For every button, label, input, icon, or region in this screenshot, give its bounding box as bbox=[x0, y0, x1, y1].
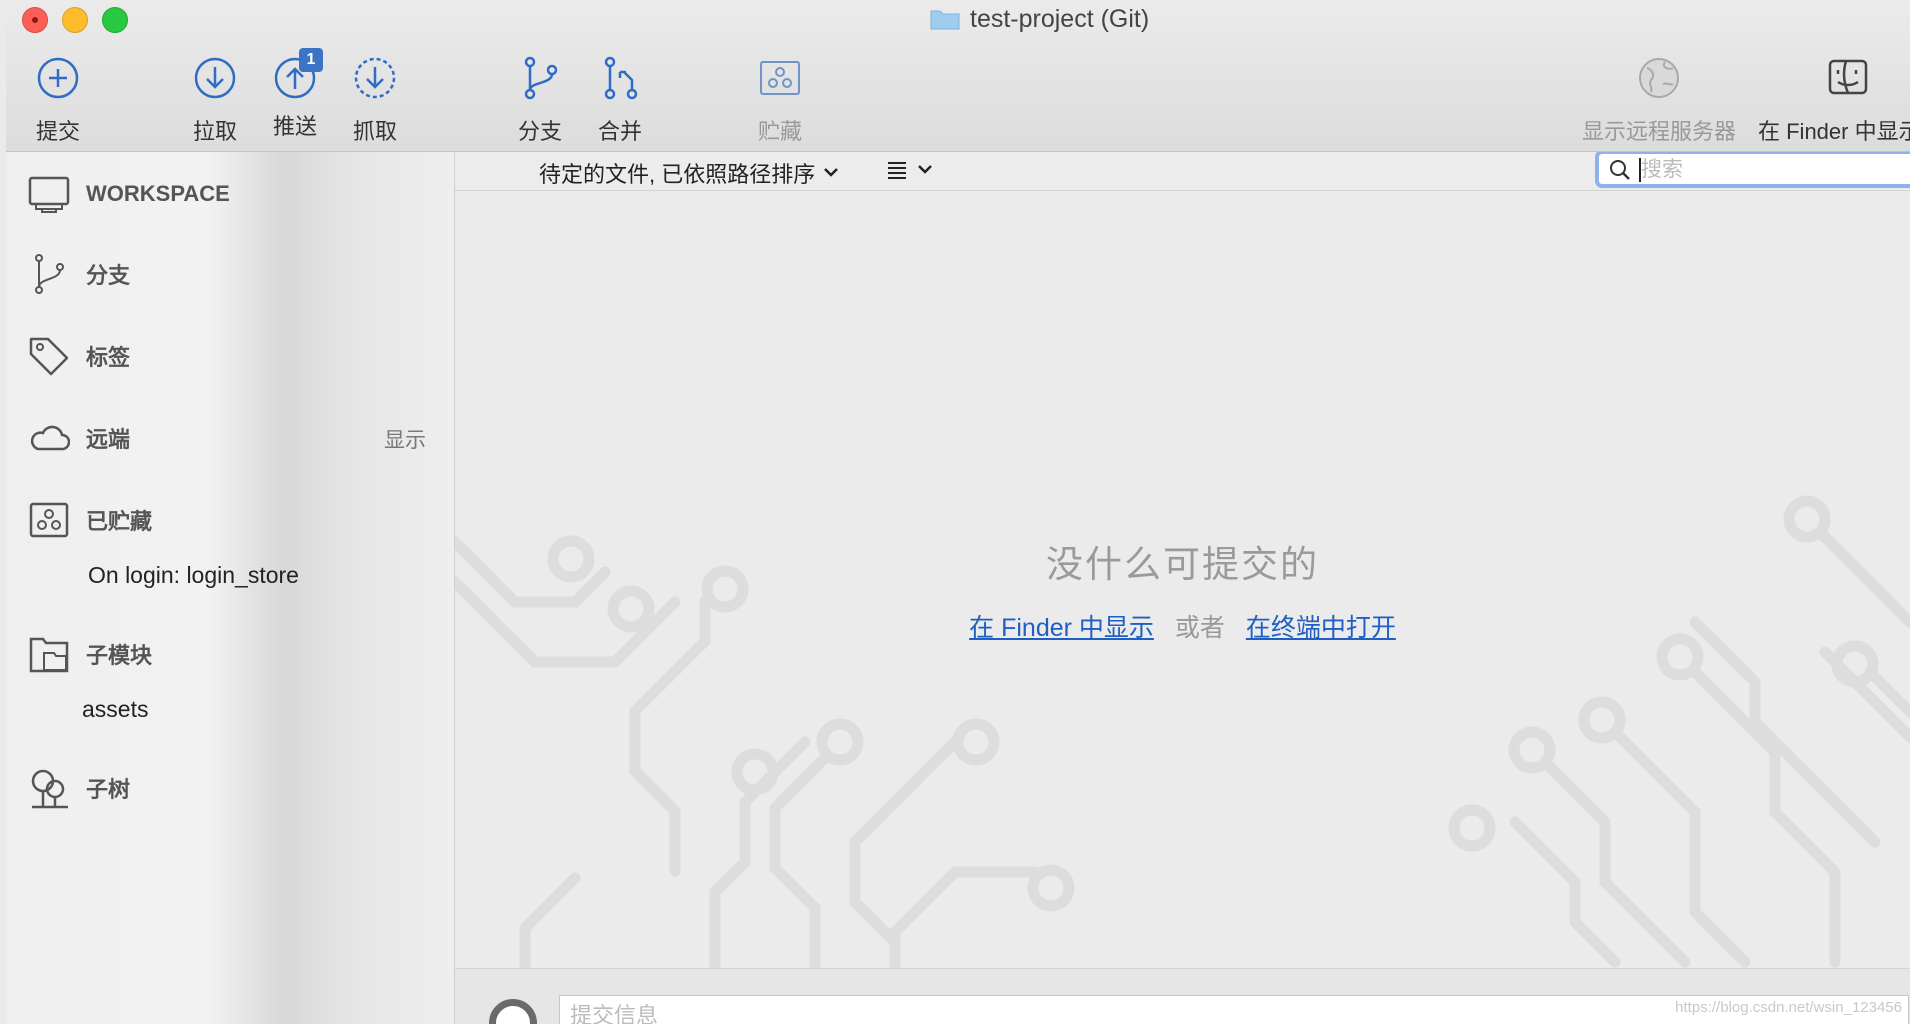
sidebar-item-workspace[interactable]: WORKSPACE bbox=[28, 172, 230, 216]
branch-label: 分支 bbox=[517, 119, 562, 144]
tree-icon bbox=[31, 769, 68, 809]
empty-state-title: 没什么可提交的 bbox=[1046, 544, 1319, 585]
push-label: 推送 bbox=[272, 114, 317, 139]
fetch-icon bbox=[354, 57, 396, 99]
submodule-icon bbox=[29, 637, 69, 673]
pull-button[interactable]: 拉取 bbox=[169, 54, 261, 146]
open-in-terminal-link[interactable]: 在终端中打开 bbox=[1246, 614, 1396, 642]
empty-state-actions: 在 Finder 中显示 或者 在终端中打开 bbox=[455, 608, 1910, 644]
stash-icon bbox=[29, 502, 69, 538]
search-input[interactable] bbox=[1639, 156, 1903, 184]
fetch-label: 抓取 bbox=[352, 119, 397, 144]
sidebar-item-subtrees[interactable]: 子树 bbox=[28, 766, 130, 810]
pull-icon bbox=[194, 57, 236, 99]
search-icon bbox=[1610, 160, 1630, 180]
show-remote-button[interactable]: 显示远程服务器 bbox=[1574, 54, 1744, 146]
submodule-list-item[interactable]: assets bbox=[82, 696, 148, 723]
sidebar-item-label: 标签 bbox=[86, 345, 131, 370]
pull-label: 拉取 bbox=[192, 119, 237, 144]
or-text: 或者 bbox=[1174, 614, 1225, 642]
close-window-button[interactable] bbox=[22, 7, 48, 33]
remotes-show-link[interactable]: 显示 bbox=[384, 424, 426, 454]
sort-dropdown[interactable]: 待定的文件, 已依照路径排序 bbox=[539, 157, 839, 189]
sidebar-item-label: 子模块 bbox=[86, 643, 153, 668]
sidebar-item-label: 已贮藏 bbox=[86, 509, 153, 534]
stash-label: 贮藏 bbox=[757, 119, 802, 144]
sidebar-item-label: 分支 bbox=[86, 263, 131, 288]
file-list-header: 待定的文件, 已依照路径排序 bbox=[455, 152, 1910, 191]
fetch-button[interactable]: 抓取 bbox=[329, 54, 421, 146]
push-button[interactable]: 1 推送 bbox=[249, 48, 341, 141]
stash-list-item[interactable]: On login: login_store bbox=[88, 562, 299, 589]
sidebar-item-tags[interactable]: 标签 bbox=[28, 334, 130, 378]
sourcetree-window: test-project (Git) 提交 拉取 1 推送 抓取 分支 合并 贮… bbox=[6, 0, 1910, 1024]
sort-dropdown-label: 待定的文件, 已依照路径排序 bbox=[539, 162, 816, 187]
minimize-window-button[interactable] bbox=[62, 7, 88, 33]
open-in-finder-link[interactable]: 在 Finder 中显示 bbox=[969, 614, 1154, 642]
view-mode-dropdown[interactable] bbox=[887, 160, 933, 180]
sidebar-item-label: 子树 bbox=[86, 777, 131, 802]
push-icon-wrap: 1 bbox=[271, 48, 323, 102]
monitor-icon bbox=[28, 176, 70, 213]
sidebar-item-label: 远端 bbox=[86, 427, 131, 452]
commit-icon bbox=[37, 57, 79, 99]
show-in-finder-button[interactable]: 在 Finder 中显示 bbox=[1758, 54, 1910, 146]
sidebar-item-submodules[interactable]: 子模块 bbox=[28, 632, 152, 676]
merge-label: 合并 bbox=[597, 119, 642, 144]
folder-icon bbox=[930, 10, 960, 30]
sidebar-item-stashes[interactable]: 已贮藏 bbox=[28, 498, 152, 542]
branch-icon bbox=[524, 56, 558, 100]
show-remote-label: 显示远程服务器 bbox=[1581, 119, 1736, 144]
list-view-icon bbox=[888, 162, 906, 179]
sidebar: WORKSPACE 分支 标签 远端 显示 已贮藏 On login: logi… bbox=[6, 152, 455, 1024]
merge-icon bbox=[604, 56, 638, 100]
branch-button[interactable]: 分支 bbox=[494, 54, 586, 146]
zoom-window-button[interactable] bbox=[102, 7, 128, 33]
branch-icon bbox=[35, 254, 64, 294]
window-title: test-project (Git) bbox=[970, 4, 1150, 33]
sidebar-item-branches[interactable]: 分支 bbox=[28, 252, 130, 296]
chevron-down-icon bbox=[824, 168, 839, 177]
globe-icon bbox=[1639, 58, 1679, 98]
commit-button[interactable]: 提交 bbox=[12, 54, 104, 146]
sidebar-item-label: WORKSPACE bbox=[86, 181, 230, 206]
stash-icon bbox=[760, 61, 800, 95]
tag-icon bbox=[29, 337, 69, 376]
chevron-down-icon bbox=[918, 165, 932, 174]
finder-icon bbox=[1828, 59, 1868, 95]
merge-button[interactable]: 合并 bbox=[574, 54, 666, 146]
window-title-group: test-project (Git) bbox=[930, 4, 1149, 34]
cloud-icon bbox=[30, 425, 70, 451]
avatar bbox=[489, 999, 537, 1024]
watermark: https://blog.csdn.net/wsin_123456 bbox=[1675, 999, 1902, 1016]
show-in-finder-label: 在 Finder 中显示 bbox=[1758, 119, 1910, 144]
toolbar: test-project (Git) 提交 拉取 1 推送 抓取 分支 合并 贮… bbox=[6, 0, 1910, 152]
main-panel: 待定的文件, 已依照路径排序 没什么可提交的 在 Finder 中显示 或者 在… bbox=[455, 152, 1910, 1024]
search-field[interactable] bbox=[1595, 152, 1910, 188]
sidebar-item-remotes[interactable]: 远端 bbox=[28, 416, 130, 460]
stash-button[interactable]: 贮藏 bbox=[734, 54, 826, 146]
commit-label: 提交 bbox=[35, 119, 80, 144]
push-count-badge: 1 bbox=[299, 48, 323, 72]
